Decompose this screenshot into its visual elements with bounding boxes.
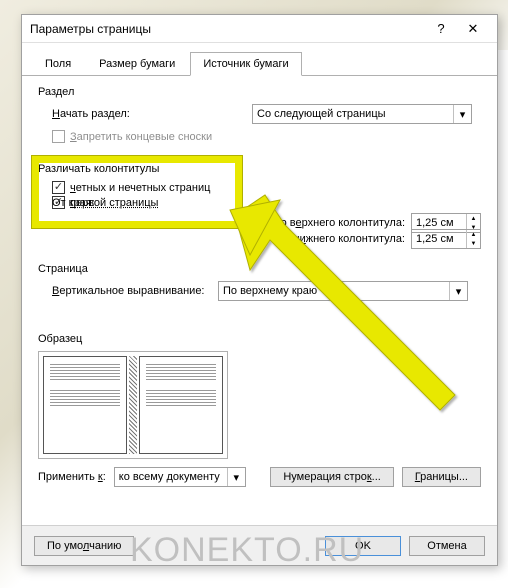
page-group-label: Страница xyxy=(38,263,481,275)
cancel-button[interactable]: Отмена xyxy=(409,536,485,556)
chevron-down-icon: ▾ xyxy=(227,468,245,486)
tab-content: Раздел Начать раздел: Со следующей стран… xyxy=(22,76,497,487)
spinner-buttons[interactable]: ▲▼ xyxy=(466,230,480,248)
odd-even-checkbox[interactable] xyxy=(52,181,65,194)
close-button[interactable]: ✕ xyxy=(457,18,489,40)
default-button[interactable]: По умолчанию xyxy=(34,536,134,556)
odd-even-label: четных и нечетных страниц xyxy=(70,182,210,194)
apply-to-select[interactable]: ко всему документу ▾ xyxy=(114,467,246,487)
tab-strip: Поля Размер бумаги Источник бумаги xyxy=(22,43,497,76)
line-numbers-button[interactable]: Нумерация строк... xyxy=(270,467,393,487)
section-start-label: Начать раздел: xyxy=(52,108,252,120)
to-footer-label: до нижнего колонтитула: xyxy=(278,233,405,245)
section-group-label: Раздел xyxy=(38,86,481,98)
help-button[interactable]: ? xyxy=(425,18,457,40)
tab-paper-size[interactable]: Размер бумаги xyxy=(86,52,188,76)
borders-button[interactable]: Границы... xyxy=(402,467,481,487)
dialog-title: Параметры страницы xyxy=(30,22,425,36)
headers-footers-group-label: Различать колонтитулы xyxy=(38,163,481,175)
ok-button[interactable]: OK xyxy=(325,536,401,556)
to-header-label: до верхнего колонтитула: xyxy=(274,217,405,229)
section-start-select[interactable]: Со следующей страницы ▾ xyxy=(252,104,472,124)
titlebar: Параметры страницы ? ✕ xyxy=(22,15,497,43)
suppress-endnotes-label: Запретить концевые сноски xyxy=(70,131,212,143)
chevron-down-icon: ▾ xyxy=(449,282,467,300)
chevron-down-icon: ▾ xyxy=(453,105,471,123)
page-setup-dialog: Параметры страницы ? ✕ Поля Размер бумаг… xyxy=(21,14,498,566)
tab-paper-source[interactable]: Источник бумаги xyxy=(190,52,301,76)
preview-label: Образец xyxy=(38,333,481,345)
valign-label: Вертикальное выравнивание: xyxy=(52,285,218,297)
valign-select[interactable]: По верхнему краю ▾ xyxy=(218,281,468,301)
tab-margins[interactable]: Поля xyxy=(32,52,84,76)
preview-page-right xyxy=(139,356,223,454)
preview-page-left xyxy=(43,356,127,454)
from-edge-label: От края: xyxy=(52,197,95,209)
dialog-footer: По умолчанию OK Отмена xyxy=(22,525,497,565)
footer-distance-spinner[interactable]: 1,25 см ▲▼ xyxy=(411,229,481,249)
suppress-endnotes-checkbox[interactable] xyxy=(52,130,65,143)
preview-pane xyxy=(38,351,228,459)
apply-to-label: Применить к: xyxy=(38,471,106,483)
